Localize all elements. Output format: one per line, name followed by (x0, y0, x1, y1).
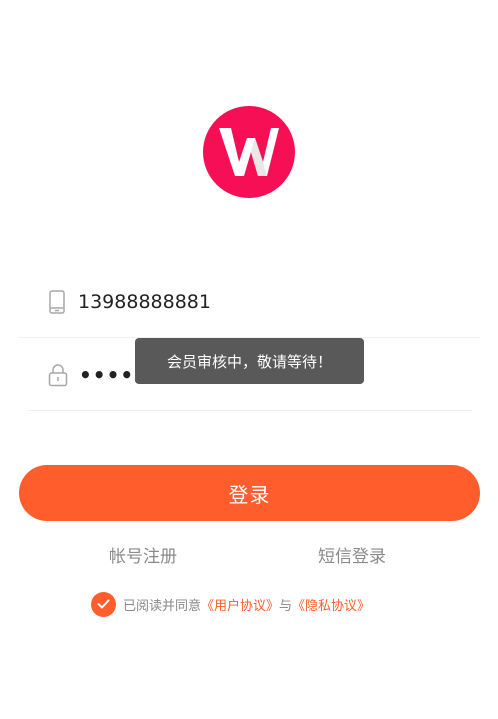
user-agreement-link[interactable]: 《用户协议》 (201, 595, 279, 614)
agreement-conjunction: 与 (279, 598, 293, 614)
app-logo (203, 106, 295, 198)
agreement-row: 已阅读并同意 《用户协议》 与 《隐私协议》 (91, 591, 370, 617)
toast-text: 会员审核中，敬请等待！ (166, 352, 332, 371)
phone-icon (46, 289, 68, 315)
register-link[interactable]: 帐号注册 (109, 542, 177, 567)
login-button-label: 登录 (228, 482, 271, 507)
toast-message: 会员审核中，敬请等待！ (135, 338, 364, 384)
phone-field (18, 266, 480, 338)
w-logo-icon (219, 128, 279, 176)
agree-checkbox[interactable] (91, 591, 116, 617)
check-icon (97, 599, 110, 609)
agreement-prefix: 已阅读并同意 (123, 598, 202, 614)
privacy-agreement-link[interactable]: 《隐私协议》 (292, 595, 370, 614)
sms-login-link[interactable]: 短信登录 (318, 542, 386, 567)
login-button[interactable]: 登录 (19, 465, 480, 521)
phone-input[interactable] (78, 290, 378, 313)
lock-icon (47, 362, 69, 388)
